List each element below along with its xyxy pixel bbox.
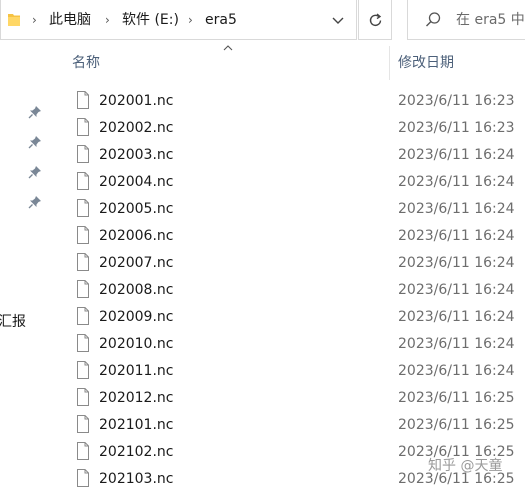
column-header-name[interactable]: 名称 — [72, 53, 100, 73]
file-row[interactable]: 202012.nc 2023/6/11 16:25 — [48, 385, 525, 412]
file-icon — [77, 253, 89, 271]
file-name[interactable]: 202011.nc — [99, 361, 173, 381]
file-icon — [77, 226, 89, 244]
file-name[interactable]: 202102.nc — [99, 442, 173, 462]
file-icon — [77, 334, 89, 352]
file-date-modified: 2023/6/11 16:24 — [398, 228, 515, 244]
file-row[interactable]: 202004.nc 2023/6/11 16:24 — [48, 169, 525, 196]
file-name[interactable]: 202001.nc — [99, 91, 173, 111]
file-icon — [77, 442, 89, 460]
file-name[interactable]: 202010.nc — [99, 334, 173, 354]
file-row[interactable]: 202006.nc 2023/6/11 16:24 — [48, 223, 525, 250]
file-icon — [77, 307, 89, 325]
file-date-modified: 2023/6/11 16:23 — [398, 93, 515, 109]
sidebar-item-report[interactable]: 汇报 — [0, 312, 26, 332]
column-divider[interactable] — [389, 46, 390, 80]
file-icon — [77, 199, 89, 217]
file-name[interactable]: 202006.nc — [99, 226, 173, 246]
breadcrumb-drive-e[interactable]: 软件 (E:) — [122, 10, 179, 30]
refresh-icon — [369, 13, 382, 27]
file-date-modified: 2023/6/11 16:24 — [398, 309, 515, 325]
file-name[interactable]: 202007.nc — [99, 253, 173, 273]
navigation-pane — [0, 41, 48, 491]
file-icon — [77, 280, 89, 298]
pin-icon[interactable] — [28, 165, 42, 179]
file-name[interactable]: 202012.nc — [99, 388, 173, 408]
file-icon — [77, 172, 89, 190]
search-input[interactable]: 在 era5 中 — [456, 10, 525, 30]
address-bar[interactable]: › 此电脑 › 软件 (E:) › era5 — [0, 0, 357, 40]
file-row[interactable]: 202003.nc 2023/6/11 16:24 — [48, 142, 525, 169]
watermark: 知乎 @天童 — [428, 458, 503, 474]
chevron-down-icon[interactable] — [328, 11, 348, 29]
file-name[interactable]: 202009.nc — [99, 307, 173, 327]
folder-icon — [8, 14, 20, 26]
file-date-modified: 2023/6/11 16:25 — [398, 417, 515, 433]
file-row[interactable]: 202009.nc 2023/6/11 16:24 — [48, 304, 525, 331]
file-date-modified: 2023/6/11 16:24 — [398, 201, 515, 217]
file-icon — [77, 91, 89, 109]
file-name[interactable]: 202002.nc — [99, 118, 173, 138]
file-icon — [77, 361, 89, 379]
breadcrumb-separator: › — [105, 13, 110, 27]
file-icon — [77, 145, 89, 163]
file-date-modified: 2023/6/11 16:24 — [398, 363, 515, 379]
breadcrumb-this-pc[interactable]: 此电脑 — [49, 10, 91, 30]
sort-ascending-icon — [223, 45, 233, 51]
file-row[interactable]: 202101.nc 2023/6/11 16:25 — [48, 412, 525, 439]
refresh-button[interactable] — [358, 0, 392, 40]
search-box[interactable]: 在 era5 中 — [407, 0, 525, 40]
pin-icon[interactable] — [28, 195, 42, 209]
pin-icon[interactable] — [28, 135, 42, 149]
file-name[interactable]: 202101.nc — [99, 415, 173, 435]
file-row[interactable]: 202002.nc 2023/6/11 16:23 — [48, 115, 525, 142]
file-row[interactable]: 202001.nc 2023/6/11 16:23 — [48, 88, 525, 115]
file-date-modified: 2023/6/11 16:24 — [398, 255, 515, 271]
column-header-date-modified[interactable]: 修改日期 — [398, 53, 454, 73]
file-date-modified: 2023/6/11 16:24 — [398, 147, 515, 163]
breadcrumb-separator: › — [188, 13, 193, 27]
file-icon — [77, 118, 89, 136]
file-name[interactable]: 202005.nc — [99, 199, 173, 219]
file-explorer-window: › 此电脑 › 软件 (E:) › era5 在 era5 中 汇报 名称 修改… — [0, 0, 525, 491]
breadcrumb-era5[interactable]: era5 — [205, 10, 237, 30]
file-name[interactable]: 202008.nc — [99, 280, 173, 300]
file-name[interactable]: 202004.nc — [99, 172, 173, 192]
breadcrumb-separator: › — [32, 13, 37, 27]
file-date-modified: 2023/6/11 16:24 — [398, 336, 515, 352]
file-icon — [77, 469, 89, 487]
file-icon — [77, 415, 89, 433]
file-date-modified: 2023/6/11 16:24 — [398, 282, 515, 298]
file-row[interactable]: 202010.nc 2023/6/11 16:24 — [48, 331, 525, 358]
file-row[interactable]: 202011.nc 2023/6/11 16:24 — [48, 358, 525, 385]
file-date-modified: 2023/6/11 16:23 — [398, 120, 515, 136]
file-name[interactable]: 202003.nc — [99, 145, 173, 165]
search-icon — [426, 12, 441, 27]
file-row[interactable]: 202005.nc 2023/6/11 16:24 — [48, 196, 525, 223]
file-date-modified: 2023/6/11 16:25 — [398, 390, 515, 406]
file-date-modified: 2023/6/11 16:24 — [398, 174, 515, 190]
file-row[interactable]: 202007.nc 2023/6/11 16:24 — [48, 250, 525, 277]
file-name[interactable]: 202103.nc — [99, 469, 173, 489]
pin-icon[interactable] — [28, 105, 42, 119]
file-icon — [77, 388, 89, 406]
file-row[interactable]: 202008.nc 2023/6/11 16:24 — [48, 277, 525, 304]
